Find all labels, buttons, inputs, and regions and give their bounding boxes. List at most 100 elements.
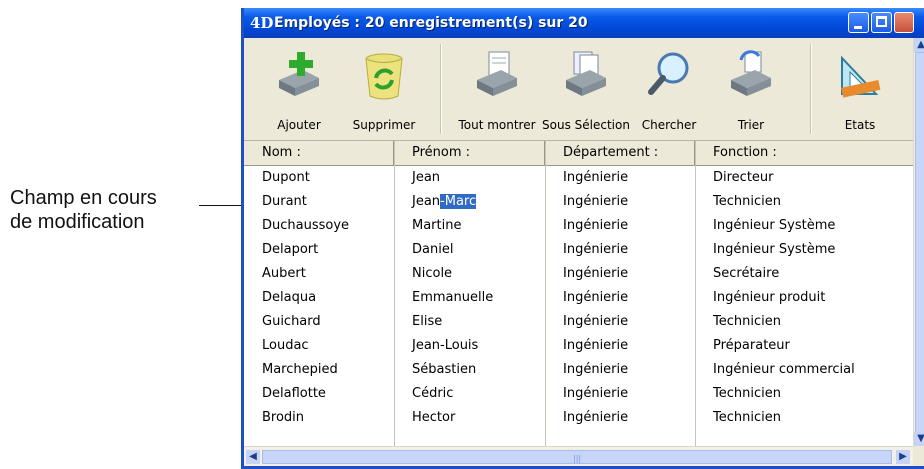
table-row[interactable]: Delaport Daniel Ingénierie Ingénieur Systèm… xyxy=(244,238,913,262)
show-all-button[interactable]: Tout montrer xyxy=(450,38,544,139)
reports-icon xyxy=(841,55,881,98)
sort-label: Trier xyxy=(737,118,765,132)
prenom-cell[interactable]: Sébastien xyxy=(394,358,545,382)
fonction-cell[interactable]: Secrétaire xyxy=(695,262,913,286)
maximize-button[interactable] xyxy=(871,12,892,33)
toolbar-separator xyxy=(440,44,442,134)
nom-cell[interactable]: Guichard xyxy=(244,310,394,334)
departement-cell[interactable]: Ingénierie xyxy=(545,334,695,358)
employees-window: 4D Employés : 20 enregistrement(s) sur 2… xyxy=(241,8,924,469)
column-header-nom[interactable]: Nom : xyxy=(244,141,394,165)
fonction-cell[interactable]: Directeur xyxy=(695,166,913,190)
scroll-up-icon[interactable]: ▲ xyxy=(914,38,924,52)
scroll-right-icon[interactable]: ▶ xyxy=(896,450,910,464)
prenom-cell[interactable]: Jean-Louis xyxy=(394,334,545,358)
fonction-cell[interactable]: Ingénieur produit xyxy=(695,286,913,310)
vertical-scrollbar[interactable]: ▲ ▼ xyxy=(913,38,924,446)
table-row[interactable]: Delaflotte Cédric Ingénierie Technicien xyxy=(244,382,913,406)
reports-button[interactable]: Etats xyxy=(820,38,900,139)
add-button[interactable]: Ajouter xyxy=(256,38,342,139)
nom-cell[interactable]: Delaport xyxy=(244,238,394,262)
callout-line-1: Champ en cours xyxy=(10,187,157,209)
departement-cell[interactable]: Ingénierie xyxy=(545,214,695,238)
nom-cell[interactable]: Marchepied xyxy=(244,358,394,382)
table-header: Nom : Prénom : Département : Fonction : xyxy=(244,141,913,166)
toolbar: Ajouter Supprimer Tout montrer Sous Séle… xyxy=(244,38,913,139)
show-all-icon xyxy=(477,51,517,96)
column-header-departement[interactable]: Département : xyxy=(545,141,695,165)
nom-cell[interactable]: Delaqua xyxy=(244,286,394,310)
toolbar-separator xyxy=(810,44,812,134)
fonction-cell[interactable]: Technicien xyxy=(695,382,913,406)
table-row[interactable]: Marchepied Sébastien Ingénierie Ingénieur c… xyxy=(244,358,913,382)
departement-cell[interactable]: Ingénierie xyxy=(545,310,695,334)
search-label: Chercher xyxy=(641,118,697,132)
prenom-cell[interactable]: Nicole xyxy=(394,262,545,286)
nom-cell[interactable]: Durant xyxy=(244,190,394,214)
departement-cell[interactable]: Ingénierie xyxy=(545,358,695,382)
departement-cell[interactable]: Ingénierie xyxy=(545,190,695,214)
departement-cell[interactable]: Ingénierie xyxy=(545,238,695,262)
minimize-icon xyxy=(854,26,862,29)
prenom-cell[interactable]: Daniel xyxy=(394,238,545,262)
scroll-down-icon[interactable]: ▼ xyxy=(914,432,924,446)
annotation-callout: Champ en cours de modification xyxy=(10,186,200,234)
subset-label: Sous Sélection xyxy=(542,118,630,132)
fonction-cell[interactable]: Ingénieur Système xyxy=(695,238,913,262)
subset-button[interactable]: Sous Sélection xyxy=(542,38,630,139)
fonction-cell[interactable]: Ingénieur Système xyxy=(695,214,913,238)
departement-cell[interactable]: Ingénierie xyxy=(545,262,695,286)
column-header-fonction[interactable]: Fonction : xyxy=(695,141,913,165)
table-row[interactable]: Dupont Jean Ingénierie Directeur xyxy=(244,166,913,190)
typed-text: Jean xyxy=(412,194,441,209)
prenom-cell[interactable]: Emmanuelle xyxy=(394,286,545,310)
table-row[interactable]: Loudac Jean-Louis Ingénierie Préparateur xyxy=(244,334,913,358)
sort-icon xyxy=(731,50,771,96)
resize-corner[interactable] xyxy=(913,446,924,466)
departement-cell[interactable]: Ingénierie xyxy=(545,406,695,430)
subset-icon xyxy=(566,51,606,96)
horizontal-scrollbar[interactable]: ◀ ||| ▶ xyxy=(244,446,913,466)
fonction-cell[interactable]: Technicien xyxy=(695,310,913,334)
title-bar[interactable]: 4D Employés : 20 enregistrement(s) sur 2… xyxy=(244,8,924,38)
table-row[interactable]: Guichard Elise Ingénierie Technicien xyxy=(244,310,913,334)
callout-line-2: de modification xyxy=(10,211,145,233)
nom-cell[interactable]: Brodin xyxy=(244,406,394,430)
table-row[interactable]: Aubert Nicole Ingénierie Secrétaire xyxy=(244,262,913,286)
prenom-cell[interactable]: Hector xyxy=(394,406,545,430)
minimize-button[interactable] xyxy=(848,12,869,33)
sort-button[interactable]: Trier xyxy=(712,38,790,139)
departement-cell[interactable]: Ingénierie xyxy=(545,382,695,406)
table-row[interactable]: Durant Jean-Marc Ingénierie Technicien xyxy=(244,190,913,214)
close-button[interactable] xyxy=(894,12,914,33)
fonction-cell[interactable]: Technicien xyxy=(695,190,913,214)
vertical-scroll-thumb[interactable] xyxy=(915,52,924,437)
table-row[interactable]: Duchaussoye Martine Ingénierie Ingénieur Sy… xyxy=(244,214,913,238)
delete-button[interactable]: Supprimer xyxy=(346,38,422,139)
column-header-prenom[interactable]: Prénom : xyxy=(394,141,545,165)
prenom-cell[interactable]: Elise xyxy=(394,310,545,334)
fonction-cell[interactable]: Préparateur xyxy=(695,334,913,358)
nom-cell[interactable]: Loudac xyxy=(244,334,394,358)
nom-cell[interactable]: Aubert xyxy=(244,262,394,286)
departement-cell[interactable]: Ingénierie xyxy=(545,286,695,310)
prenom-cell[interactable]: Cédric xyxy=(394,382,545,406)
table-row[interactable]: Delaqua Emmanuelle Ingénierie Ingénieur pro… xyxy=(244,286,913,310)
nom-cell[interactable]: Duchaussoye xyxy=(244,214,394,238)
selected-text: -Marc xyxy=(440,194,477,209)
maximize-icon xyxy=(876,16,887,27)
grip-icon: ||| xyxy=(573,454,582,463)
scroll-left-icon[interactable]: ◀ xyxy=(246,450,260,464)
search-button[interactable]: Chercher xyxy=(630,38,708,139)
fonction-cell[interactable]: Technicien xyxy=(695,406,913,430)
nom-cell[interactable]: Dupont xyxy=(244,166,394,190)
editing-field-prenom[interactable]: Jean-Marc xyxy=(394,190,545,214)
departement-cell[interactable]: Ingénierie xyxy=(545,166,695,190)
horizontal-scroll-thumb[interactable]: ||| xyxy=(262,450,892,464)
reports-label: Etats xyxy=(844,118,876,132)
nom-cell[interactable]: Delaflotte xyxy=(244,382,394,406)
table-row[interactable]: Brodin Hector Ingénierie Technicien xyxy=(244,406,913,430)
prenom-cell[interactable]: Jean xyxy=(394,166,545,190)
fonction-cell[interactable]: Ingénieur commercial xyxy=(695,358,913,382)
prenom-cell[interactable]: Martine xyxy=(394,214,545,238)
